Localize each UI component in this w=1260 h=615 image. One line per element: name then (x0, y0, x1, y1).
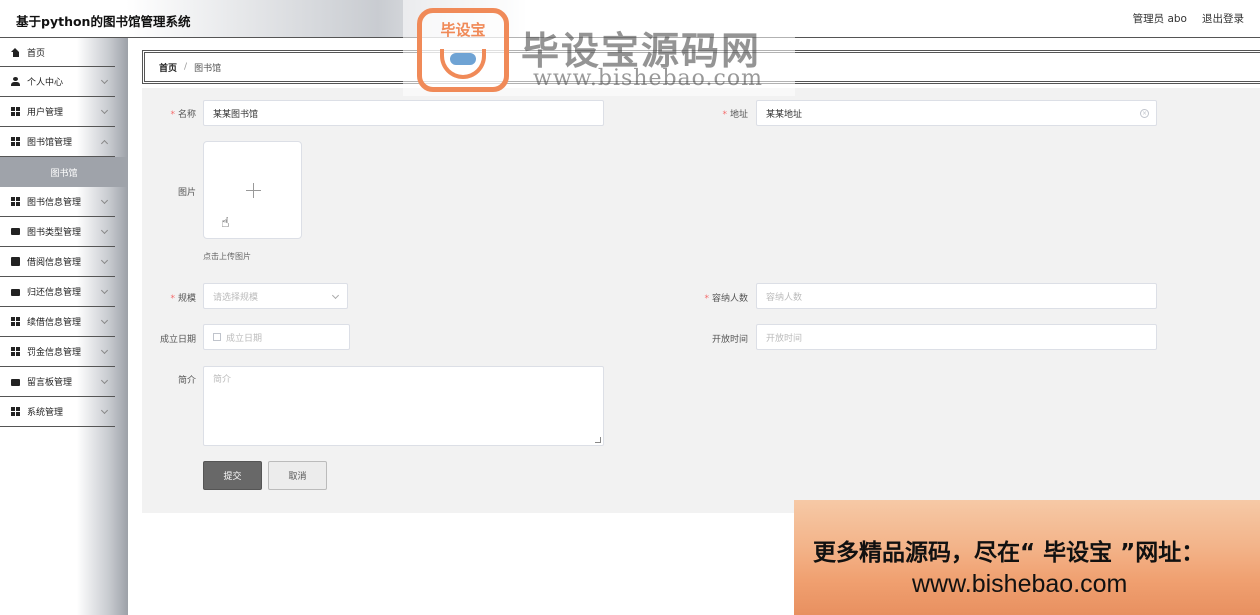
sidebar-item-books[interactable]: 图书信息管理 (0, 187, 115, 217)
grid-icon (11, 347, 20, 356)
sidebar-item-profile[interactable]: 个人中心 (0, 67, 115, 97)
chevron-down-icon (100, 76, 109, 85)
calendar-icon (213, 333, 221, 341)
upload-hint: 点击上传图片 (203, 252, 251, 261)
name-field[interactable]: 某某图书馆 (203, 100, 604, 126)
chevron-down-icon (100, 196, 109, 205)
sidebar-item-label: 图书信息管理 (27, 198, 82, 208)
sidebar-item-label: 罚金信息管理 (27, 348, 82, 358)
promo-url: www.bishebao.com (912, 570, 1128, 598)
briefcase-icon (11, 379, 20, 386)
chevron-down-icon (100, 256, 109, 265)
sidebar-item-library-mgmt[interactable]: 图书馆管理 (0, 127, 115, 157)
sidebar-item-borrow[interactable]: 借阅信息管理 (0, 247, 115, 277)
sidebar-item-renew[interactable]: 续借信息管理 (0, 307, 115, 337)
chevron-down-icon (100, 406, 109, 415)
breadcrumb-home[interactable]: 首页 (159, 61, 177, 74)
admin-name: 管理员 abo (1132, 13, 1187, 25)
hand-cursor-icon: ☝ (221, 215, 230, 231)
chat-icon (11, 228, 20, 235)
sidebar-item-book-types[interactable]: 图书类型管理 (0, 217, 115, 247)
grid-icon (11, 197, 20, 206)
sidebar-item-label: 归还信息管理 (27, 288, 82, 298)
image-label: 图片 (177, 188, 196, 198)
sidebar-item-messages[interactable]: 留言板管理 (0, 367, 115, 397)
watermark: 毕设宝 毕设宝源码网 www.bishebao.com (403, 0, 795, 96)
home-icon (11, 47, 20, 57)
chevron-up-icon (100, 139, 109, 148)
hours-field[interactable]: 开放时间 (756, 324, 1157, 350)
capacity-label: * 容纳人数 (704, 294, 748, 304)
grid-icon (11, 107, 20, 116)
sidebar-item-home[interactable]: 首页 (0, 38, 115, 67)
hours-label: 开放时间 (711, 335, 748, 345)
chevron-down-icon (100, 226, 109, 235)
app-title: 基于python的图书馆管理系统 (16, 14, 191, 29)
founded-label: 成立日期 (159, 335, 196, 345)
name-label: * 名称 (170, 110, 196, 120)
sidebar-subitem-library[interactable]: 图书馆 (0, 157, 128, 187)
promo-banner: 更多精品源码，尽在“ 毕设宝 ”网址： www.bishebao.com (794, 500, 1260, 615)
intro-textarea[interactable]: 简介 (203, 366, 604, 446)
sidebar-item-label: 用户管理 (27, 108, 64, 118)
promo-text: 更多精品源码，尽在“ 毕设宝 ”网址： (813, 540, 1205, 566)
grid-icon (11, 137, 20, 146)
resize-handle[interactable] (595, 437, 601, 443)
grid-icon (11, 317, 20, 326)
sidebar-item-return[interactable]: 归还信息管理 (0, 277, 115, 307)
breadcrumb-separator: / (184, 62, 188, 72)
chevron-down-icon (331, 291, 340, 300)
sidebar-item-label: 图书馆管理 (27, 138, 73, 148)
sidebar-item-label: 图书馆 (50, 168, 78, 179)
return-icon (11, 289, 20, 296)
sidebar-item-label: 首页 (27, 48, 46, 59)
sidebar-item-users[interactable]: 用户管理 (0, 97, 115, 127)
sidebar: 首页 个人中心 用户管理 图书馆管理 图书馆 图书信息管理 图书类型管理 借阅信… (0, 38, 128, 615)
watermark-url: www.bishebao.com (533, 66, 763, 91)
capacity-field[interactable]: 容纳人数 (756, 283, 1157, 309)
watermark-logo: 毕设宝 (417, 8, 509, 92)
submit-button[interactable]: 提交 (203, 461, 262, 490)
sidebar-item-label: 续借信息管理 (27, 318, 82, 328)
sidebar-item-label: 留言板管理 (27, 378, 73, 388)
grid-icon (11, 407, 20, 416)
founded-date-picker[interactable]: 成立日期 (203, 324, 350, 350)
scale-label: * 规模 (170, 294, 196, 304)
sidebar-item-system[interactable]: 系统管理 (0, 397, 115, 427)
chevron-down-icon (100, 346, 109, 355)
address-label: * 地址 (722, 110, 748, 120)
cancel-button[interactable]: 取消 (268, 461, 327, 490)
intro-label: 简介 (177, 376, 196, 386)
sidebar-item-label: 系统管理 (27, 408, 64, 418)
chevron-down-icon (100, 316, 109, 325)
sidebar-item-label: 借阅信息管理 (27, 258, 82, 268)
breadcrumb-current: 图书馆 (194, 63, 222, 74)
user-icon (11, 77, 20, 86)
chevron-down-icon (100, 106, 109, 115)
sidebar-item-label: 图书类型管理 (27, 228, 82, 238)
chart-icon (11, 257, 20, 266)
sidebar-item-fines[interactable]: 罚金信息管理 (0, 337, 115, 367)
chevron-down-icon (100, 376, 109, 385)
address-field[interactable]: 某某地址 × (756, 100, 1157, 126)
clear-icon[interactable]: × (1140, 109, 1149, 118)
watermark-brand: 毕设宝 (440, 21, 486, 39)
chevron-down-icon (100, 286, 109, 295)
plus-icon-vertical (253, 183, 254, 198)
logout-link[interactable]: 退出登录 (1202, 11, 1244, 26)
logo-face (440, 49, 486, 79)
sidebar-item-label: 个人中心 (27, 78, 64, 88)
image-upload[interactable] (203, 141, 302, 239)
scale-select[interactable]: 请选择规模 (203, 283, 348, 309)
